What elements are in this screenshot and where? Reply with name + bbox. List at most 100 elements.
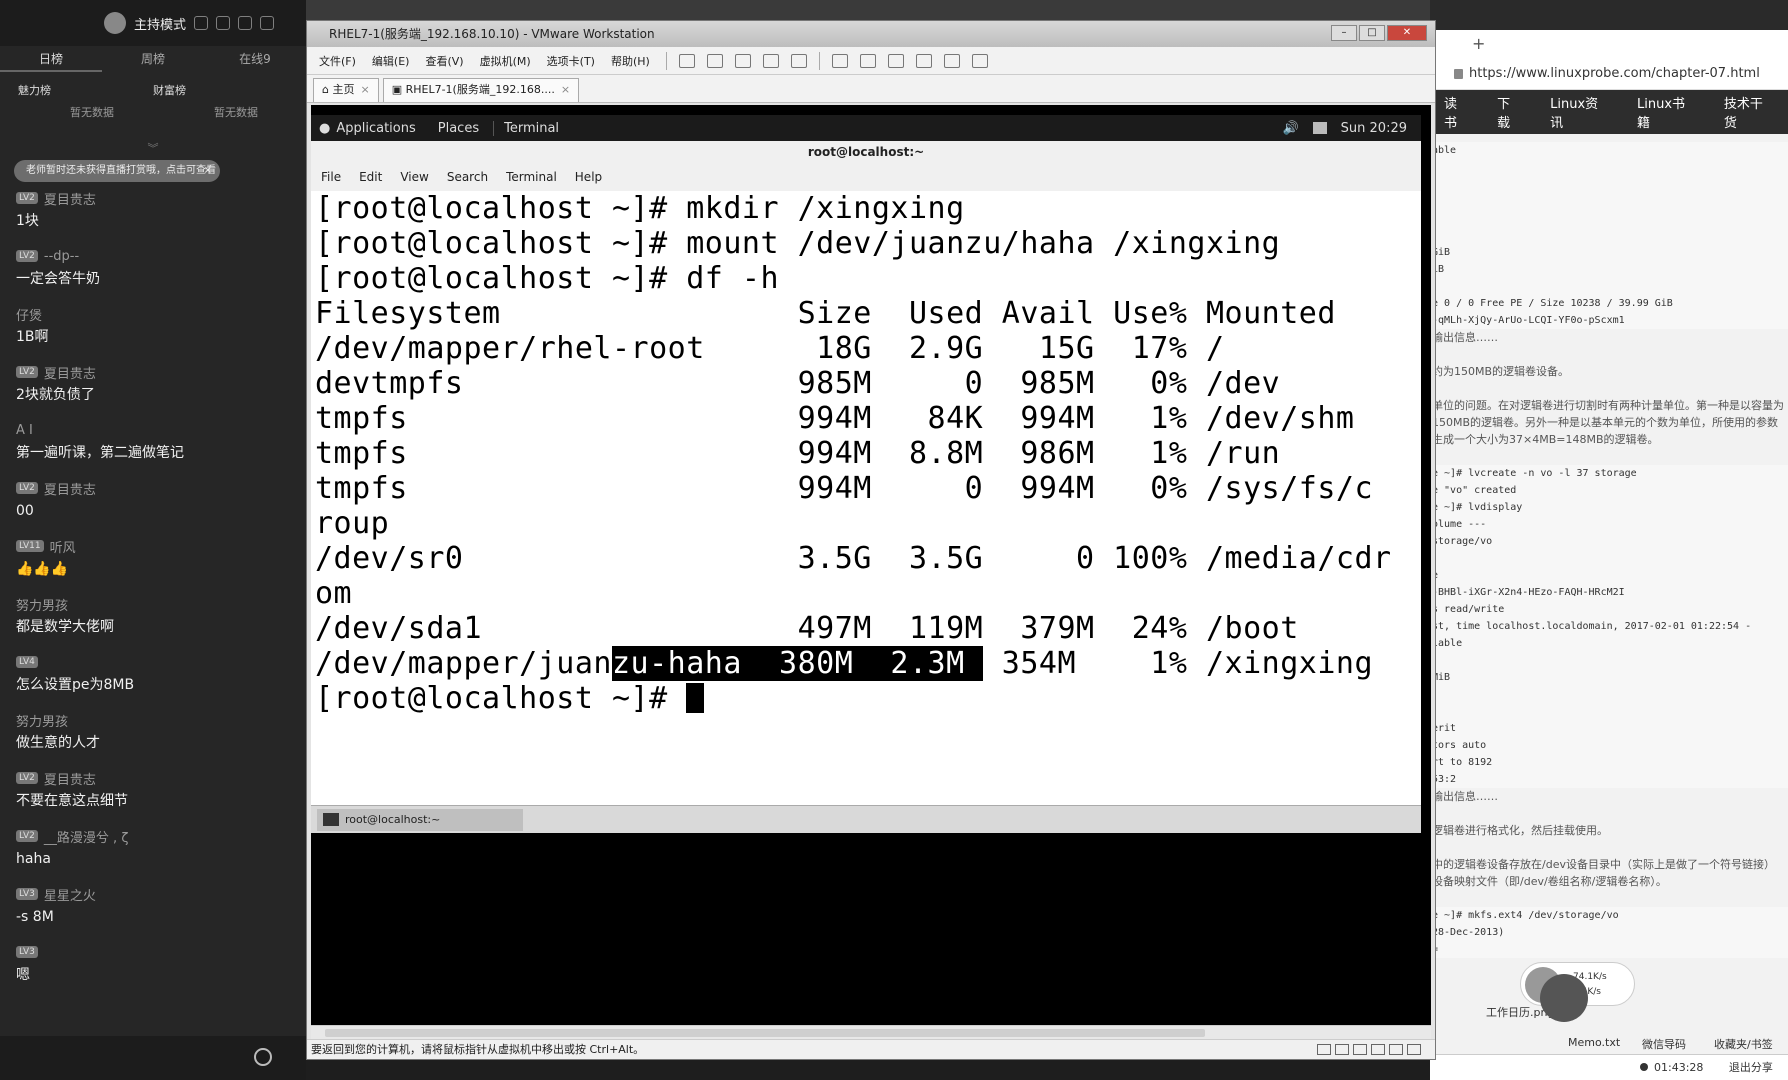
- snapshot-icon[interactable]: [734, 53, 751, 68]
- taskbar-item-label: root@localhost:~: [345, 813, 441, 826]
- status-message: 要返回到您的计算机，请将鼠标指针从虚拟机中移出或按 Ctrl+Alt。: [311, 1043, 645, 1056]
- terminal-line: /dev/mapper/rhel-root 18G 2.9G 15G 17% /: [315, 331, 1225, 366]
- snapshot-manager-icon[interactable]: [790, 53, 807, 68]
- minimize-icon[interactable]: [260, 16, 275, 30]
- chat-username[interactable]: 夏目贵志: [44, 769, 96, 788]
- nav-item-linux-books[interactable]: Linux书籍: [1623, 93, 1710, 131]
- chat-username[interactable]: 星星之火: [44, 885, 96, 904]
- menu-icon[interactable]: [238, 16, 253, 30]
- clock[interactable]: Sun 20:29: [1341, 121, 1407, 136]
- applications-menu[interactable]: ● Applications: [319, 121, 416, 136]
- tab-home-label: 主页: [332, 83, 355, 96]
- scrollbar-thumb[interactable]: [325, 1029, 1205, 1037]
- desktop-file-wechat[interactable]: 微信导码: [1642, 1036, 1686, 1052]
- revert-snapshot-icon[interactable]: [762, 53, 779, 68]
- chat-username[interactable]: 夏目贵志: [44, 363, 96, 382]
- minimize-button[interactable]: –: [1331, 25, 1357, 41]
- chat-message: LV2 夏目贵志 2块就负债了: [16, 360, 306, 418]
- chat-username[interactable]: A I: [16, 423, 33, 438]
- chat-username[interactable]: __路漫漫兮 , ζ: [44, 827, 128, 846]
- terminal-output[interactable]: [root@localhost ~]# mkdir /xingxing [roo…: [311, 191, 1421, 805]
- chat-input-bar[interactable]: [0, 1036, 306, 1080]
- menu-terminal[interactable]: Terminal: [506, 170, 557, 184]
- nav-item-linux-news[interactable]: Linux资讯: [1536, 93, 1623, 131]
- browser-tabstrip: [1430, 0, 1788, 30]
- pause-icon[interactable]: [678, 53, 695, 68]
- edit-icon[interactable]: [216, 16, 231, 30]
- reward-notice[interactable]: 老师暂时还未获得直播打赏哦，点击可查看 ×: [14, 160, 220, 182]
- menu-edit[interactable]: Edit: [359, 170, 382, 184]
- article-line: 输出信息……: [1432, 331, 1498, 344]
- menu-file[interactable]: File: [321, 170, 341, 184]
- menu-help[interactable]: 帮助(H): [611, 53, 650, 69]
- thumbnail-icon[interactable]: [859, 53, 876, 68]
- send-keys-icon[interactable]: [706, 53, 723, 68]
- menu-edit[interactable]: 编辑(E): [372, 53, 410, 69]
- article-line: s read/write: [1432, 601, 1788, 618]
- usb-icon[interactable]: [1371, 1044, 1385, 1055]
- full-screen-icon[interactable]: [887, 53, 904, 68]
- tab-vm[interactable]: ▣ RHEL7-1(服务端_192.168.... ×: [382, 78, 580, 102]
- terminal-menubar: File Edit View Search Terminal Help: [311, 163, 1421, 191]
- exit-share-button[interactable]: 退出分享: [1729, 1061, 1773, 1074]
- menu-file[interactable]: 文件(F): [319, 53, 356, 69]
- emoji-icon[interactable]: [254, 1048, 272, 1066]
- hdd-icon[interactable]: [1317, 1044, 1331, 1055]
- wealth-no-data: 暂无数据: [214, 106, 258, 119]
- address-bar[interactable]: https://www.linuxprobe.com/chapter-07.ht…: [1430, 58, 1788, 90]
- vmware-menubar: 文件(F) 编辑(E) 查看(V) 虚拟机(M) 选项卡(T) 帮助(H): [307, 47, 1435, 75]
- terminal-line: [root@localhost ~]# mount /dev/juanzu/ha…: [315, 226, 1281, 261]
- display-icon[interactable]: [1407, 1044, 1421, 1055]
- host-avatar[interactable]: [104, 12, 126, 34]
- nav-item-tech[interactable]: 技术干货: [1710, 93, 1788, 131]
- library-icon[interactable]: [831, 53, 848, 68]
- places-menu[interactable]: Places: [438, 121, 479, 136]
- nav-item-reading[interactable]: 读书: [1430, 93, 1483, 131]
- close-icon[interactable]: ×: [360, 83, 369, 96]
- network-icon[interactable]: [1312, 122, 1327, 134]
- tab-weekly[interactable]: 周榜: [102, 46, 204, 72]
- chat-username[interactable]: 努力男孩: [16, 595, 68, 614]
- cdrom-icon[interactable]: [1335, 1044, 1349, 1055]
- volume-icon[interactable]: 🔊: [1282, 121, 1298, 136]
- network-adapter-icon[interactable]: [1353, 1044, 1367, 1055]
- chevron-down-icon[interactable]: ︾: [0, 140, 306, 156]
- terminal-indicator[interactable]: Terminal: [493, 120, 559, 136]
- chat-username[interactable]: 夏目贵志: [44, 479, 96, 498]
- tab-daily[interactable]: 日榜: [0, 46, 102, 72]
- menu-view[interactable]: 查看(V): [425, 53, 463, 69]
- rank-tabs: 日榜 周榜 在线9: [0, 46, 306, 72]
- menu-view[interactable]: View: [400, 170, 428, 184]
- close-icon[interactable]: ×: [204, 160, 212, 182]
- menu-vm[interactable]: 虚拟机(M): [480, 53, 531, 69]
- nav-item-download[interactable]: 下载: [1483, 93, 1536, 131]
- menu-tabs[interactable]: 选项卡(T): [547, 53, 595, 69]
- stretch-icon[interactable]: [971, 53, 988, 68]
- desktop-file-memo[interactable]: Memo.txt: [1568, 1036, 1620, 1049]
- chat-text: 不要在意这点细节: [16, 793, 128, 809]
- settings-icon[interactable]: [194, 16, 209, 30]
- new-tab-button[interactable]: +: [1430, 30, 1788, 58]
- console-icon[interactable]: [943, 53, 960, 68]
- menu-search[interactable]: Search: [447, 170, 488, 184]
- sound-icon[interactable]: [1389, 1044, 1403, 1055]
- desktop-file-bookmarks[interactable]: 收藏夹/书签: [1714, 1036, 1773, 1052]
- unity-icon[interactable]: [915, 53, 932, 68]
- chat-username[interactable]: 夏目贵志: [44, 189, 96, 208]
- article-line: 生成一个大小为37×4MB=148MB的逻辑卷。: [1432, 433, 1659, 446]
- chat-username[interactable]: --dp--: [44, 249, 79, 264]
- chat-username[interactable]: 听风: [50, 537, 76, 556]
- tab-online[interactable]: 在线9: [204, 46, 306, 72]
- article-line: [1432, 652, 1788, 669]
- close-icon[interactable]: ×: [561, 83, 570, 96]
- vmware-titlebar[interactable]: RHEL7-1(服务端_192.168.10.10) - VMware Work…: [307, 21, 1435, 47]
- tab-home[interactable]: ⌂ 主页 ×: [313, 78, 379, 102]
- horizontal-scrollbar[interactable]: [311, 1025, 1431, 1039]
- menu-help[interactable]: Help: [575, 170, 602, 184]
- maximize-button[interactable]: □: [1359, 25, 1385, 41]
- close-button[interactable]: ✕: [1387, 25, 1427, 41]
- chat-username[interactable]: 努力男孩: [16, 711, 68, 730]
- taskbar-terminal-item[interactable]: root@localhost:~: [317, 809, 523, 831]
- chat-username[interactable]: 仔煲: [16, 305, 42, 324]
- terminal-window: root@localhost:~ File Edit View Search T…: [311, 141, 1421, 805]
